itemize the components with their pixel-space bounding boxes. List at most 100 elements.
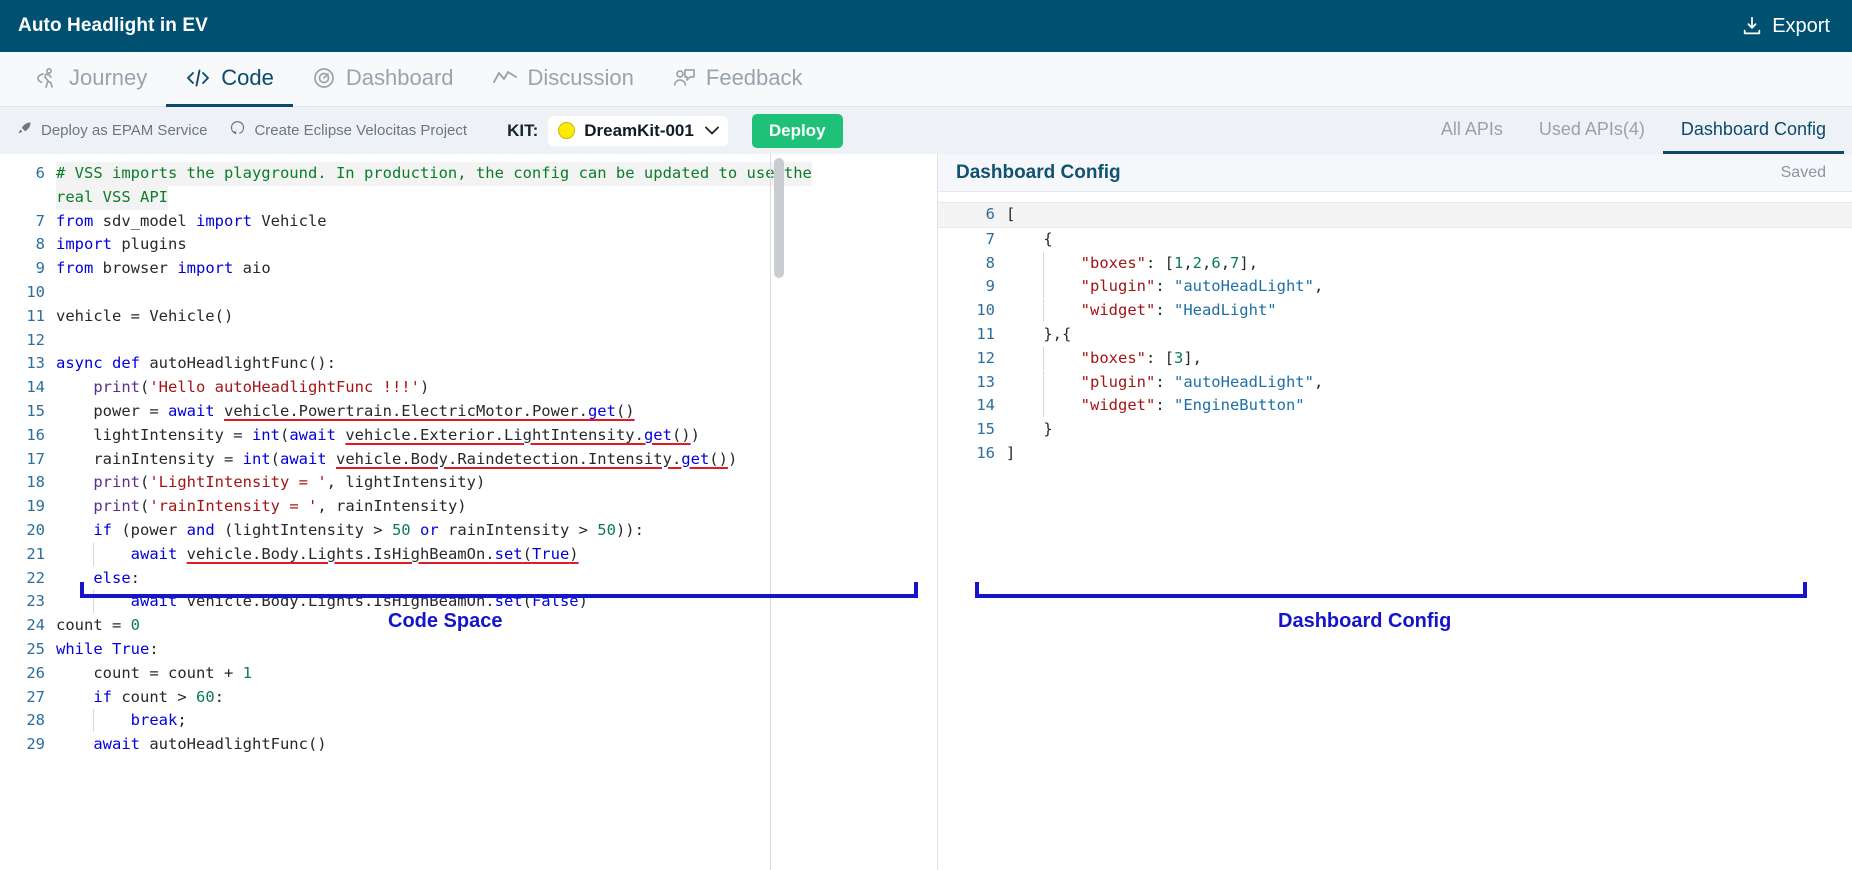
code-text: else:	[93, 568, 140, 587]
editor-right-edge	[770, 154, 771, 870]
code-text: # VSS imports the playground. In product…	[56, 162, 812, 186]
feedback-icon	[672, 66, 696, 90]
code-text: await vehicle.Body.Lights.IsHighBeamOn.s…	[56, 590, 588, 614]
download-icon	[1741, 15, 1763, 37]
tab-dashboard-label: Dashboard	[345, 65, 454, 90]
kit-selector-group: KIT: DreamKit-001 Deploy	[507, 113, 843, 148]
tab-journey[interactable]: Journey	[16, 52, 166, 107]
kit-label: KIT:	[507, 120, 539, 140]
line-number: 12	[26, 330, 45, 349]
tab-dashboard-config[interactable]: Dashboard Config	[1662, 107, 1844, 154]
code-line: 8 import plugins	[0, 233, 937, 257]
code-text: lightIntensity = int(await vehicle.Exter…	[56, 425, 700, 444]
line-number: 23	[26, 592, 45, 611]
code-line: 17 rainIntensity = int(await vehicle.Bod…	[0, 448, 937, 472]
line-number: 6	[985, 205, 995, 223]
tab-all-apis[interactable]: All APIs	[1423, 107, 1521, 154]
dashboard-config-header: Dashboard Config Saved	[938, 154, 1852, 192]
code-line: 23 await vehicle.Body.Lights.IsHighBeamO…	[0, 590, 937, 614]
json-line: 8 "boxes": [1,2,6,7],	[938, 251, 1852, 276]
code-line: 14 print('Hello autoHeadlightFunc !!!')	[0, 376, 937, 400]
journey-icon	[35, 66, 59, 90]
deploy-button[interactable]: Deploy	[751, 113, 843, 148]
json-line: 16 ]	[938, 442, 1852, 466]
deploy-epam-service-button[interactable]: Deploy as EPAM Service	[16, 120, 207, 141]
tab-discussion[interactable]: Discussion	[473, 52, 653, 107]
tab-feedback-label: Feedback	[705, 65, 803, 90]
code-text: print('Hello autoHeadlightFunc !!!')	[93, 378, 430, 397]
code-line: 6 # VSS imports the playground. In produ…	[0, 162, 937, 186]
code-icon	[185, 66, 211, 90]
code-text: count = count + 1	[56, 663, 252, 682]
line-number: 9	[35, 259, 45, 278]
code-editor[interactable]: 6 # VSS imports the playground. In produ…	[0, 154, 937, 757]
line-number: 8	[985, 253, 995, 272]
code-text: await vehicle.Body.Lights.IsHighBeamOn.s…	[56, 542, 579, 567]
code-text: from browser import aio	[56, 259, 271, 278]
tab-dashboard[interactable]: Dashboard	[293, 52, 473, 107]
code-line: 13 async def autoHeadlightFunc():	[0, 352, 937, 376]
code-text: if count > 60:	[93, 687, 225, 706]
scrollbar-thumb[interactable]	[774, 158, 784, 278]
code-line: real VSS API	[0, 185, 937, 210]
json-line: 7 {	[938, 228, 1852, 252]
dashboard-config-panel: Dashboard Config Saved 6 [ 7 { 8 "boxes"…	[938, 154, 1852, 870]
code-line: 26 count = count + 1	[0, 662, 937, 686]
line-number: 8	[35, 235, 45, 254]
tab-journey-label: Journey	[69, 65, 148, 90]
code-text: rainIntensity = int(await vehicle.Body.R…	[56, 449, 738, 468]
json-line: 9 "plugin": "autoHeadLight",	[938, 275, 1852, 299]
json-text: "boxes": [3],	[1006, 346, 1202, 371]
json-line: 13 "plugin": "autoHeadLight",	[938, 370, 1852, 395]
json-line: 14 "widget": "EngineButton"	[938, 394, 1852, 418]
kit-selected-value: DreamKit-001	[584, 120, 694, 140]
json-text: ]	[1006, 443, 1016, 462]
code-line: 9 from browser import aio	[0, 257, 937, 281]
code-line: 11 vehicle = Vehicle()	[0, 305, 937, 329]
deploy-epam-service-label: Deploy as EPAM Service	[41, 122, 208, 139]
rocket-icon	[16, 120, 33, 141]
code-line: 29 await autoHeadlightFunc()	[0, 733, 937, 757]
kit-status-dot	[558, 122, 576, 139]
json-text: "plugin": "autoHeadLight",	[1006, 370, 1323, 395]
code-text: print('LightIntensity = ', lightIntensit…	[93, 473, 486, 492]
json-text: "widget": "HeadLight"	[1006, 299, 1277, 323]
code-line: 27 if count > 60:	[0, 686, 937, 710]
tab-code[interactable]: Code	[166, 52, 293, 107]
tab-feedback[interactable]: Feedback	[653, 52, 822, 107]
code-line: 7 from sdv_model import Vehicle	[0, 210, 937, 234]
create-velocitas-project-button[interactable]: Create Eclipse Velocitas Project	[229, 120, 467, 141]
code-text: vehicle = Vehicle()	[56, 306, 234, 325]
tab-code-label: Code	[221, 65, 274, 90]
line-number: 22	[26, 568, 45, 587]
line-number: 11	[26, 306, 45, 325]
json-text: "widget": "EngineButton"	[1006, 394, 1305, 418]
code-text: async def autoHeadlightFunc():	[56, 354, 336, 373]
api-tabs: All APIs Used APIs(4) Dashboard Config	[1423, 107, 1852, 154]
app-header: Auto Headlight in EV Export	[0, 0, 1852, 52]
code-text: real VSS API	[56, 185, 168, 210]
line-number: 10	[26, 282, 45, 301]
line-number: 28	[26, 711, 45, 730]
line-number: 21	[26, 544, 45, 563]
line-number: 14	[26, 378, 45, 397]
json-line: 11 },{	[938, 323, 1852, 347]
tab-discussion-label: Discussion	[527, 65, 634, 90]
line-number: 16	[976, 443, 995, 462]
line-number: 10	[976, 301, 995, 320]
code-editor-scrollbar[interactable]	[772, 154, 786, 870]
code-text: await autoHeadlightFunc()	[93, 735, 327, 754]
code-line: 28 break;	[0, 709, 937, 733]
tab-used-apis[interactable]: Used APIs(4)	[1521, 107, 1663, 154]
line-number: 15	[976, 420, 995, 439]
line-number: 19	[26, 497, 45, 516]
export-button[interactable]: Export	[1741, 15, 1830, 38]
line-number: 15	[26, 401, 45, 420]
code-line: 25 while True:	[0, 638, 937, 662]
chevron-down-icon	[704, 123, 719, 138]
code-line: 15 power = await vehicle.Powertrain.Elec…	[0, 400, 937, 424]
json-editor-scrollbar[interactable]	[1838, 154, 1852, 870]
activity-icon	[492, 66, 518, 90]
kit-select[interactable]: DreamKit-001	[548, 115, 728, 146]
json-editor[interactable]: 6 [ 7 { 8 "boxes": [1,2,6,7], 9 "plugin"…	[938, 192, 1852, 466]
